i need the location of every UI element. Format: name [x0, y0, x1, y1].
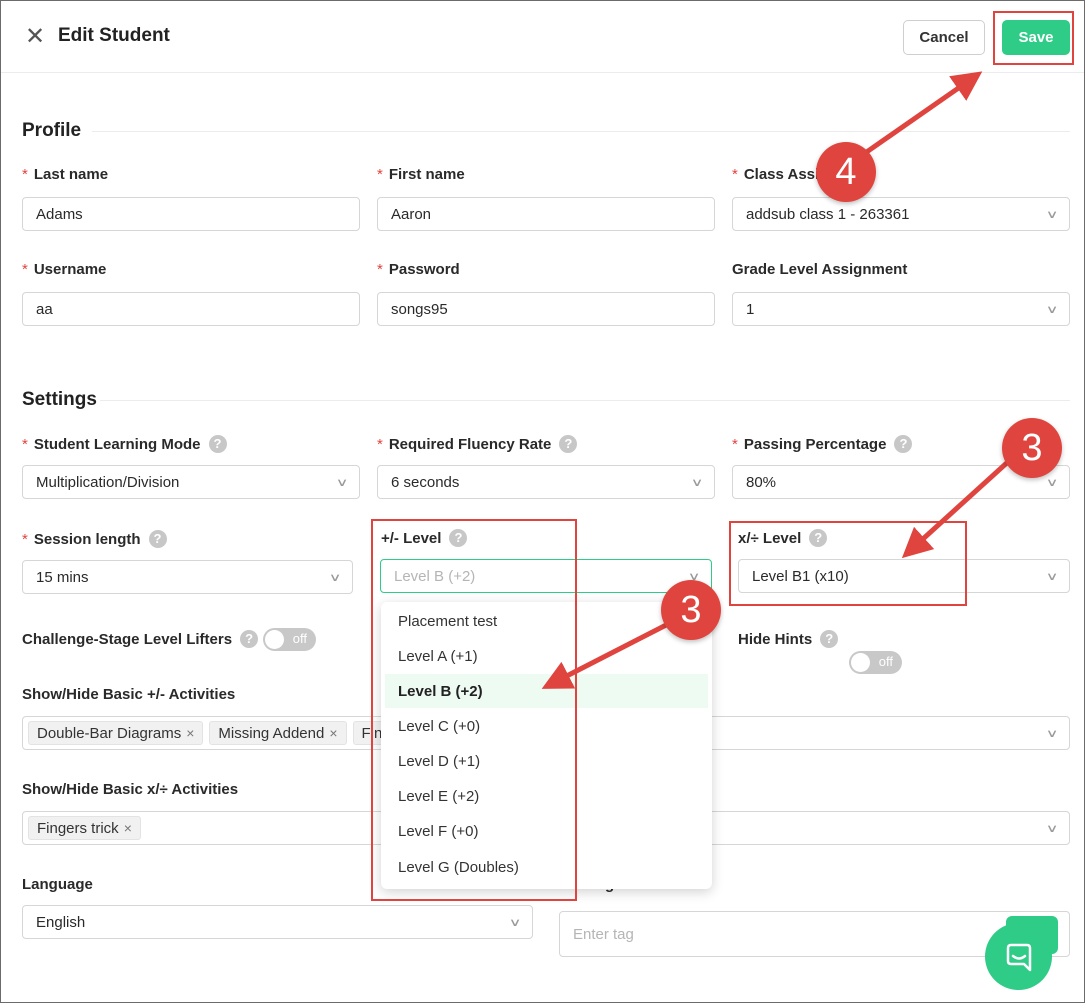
step-badge-3: 3 — [661, 580, 721, 640]
annotation-arrows — [541, 71, 1012, 689]
arrow-to-save — [856, 71, 983, 161]
step-badge-4: 4 — [816, 142, 876, 202]
step-badge-3: 3 — [1002, 418, 1062, 478]
arrow-to-level-b — [541, 619, 674, 689]
arrow-to-multdiv-level — [901, 458, 1012, 559]
